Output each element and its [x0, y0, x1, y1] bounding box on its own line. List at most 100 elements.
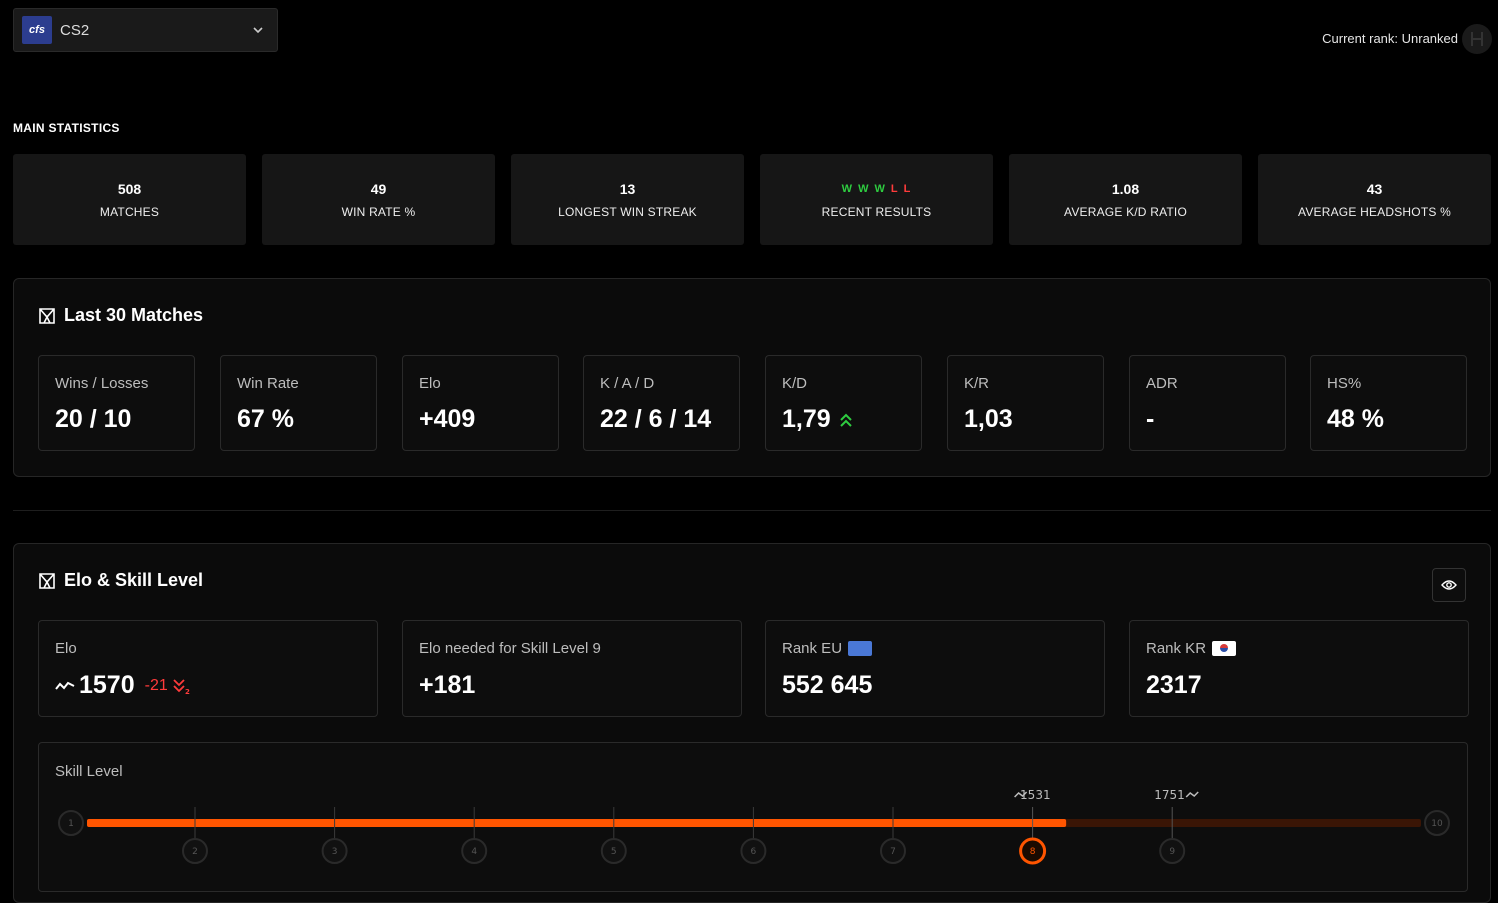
card-value: 1570 -21 2 — [55, 671, 190, 700]
stat-label: AVERAGE K/D RATIO — [1064, 204, 1187, 219]
level-6-label: 6 — [751, 847, 757, 857]
level-8-label: 8 — [1030, 847, 1036, 857]
main-statistics-row: 508 MATCHES 49 WIN RATE % 13 LONGEST WIN… — [13, 154, 1491, 245]
card-label: K/D — [782, 375, 808, 392]
card-label: Elo — [55, 640, 77, 657]
card-value: 2317 — [1146, 671, 1202, 700]
last30-card-kd: K/D 1,79 — [765, 355, 922, 451]
toggle-visibility-button[interactable] — [1432, 568, 1466, 602]
card-label: Rank EU — [782, 640, 873, 657]
card-value-text: 20 / 10 — [55, 405, 132, 433]
elo-skill-panel: Elo & Skill Level Elo 1570 -21 2 Elo nee… — [13, 543, 1491, 903]
stat-card-recent-results: W W W L L RECENT RESULTS — [760, 154, 993, 245]
chevron-down-icon — [253, 27, 263, 34]
faceit-logo-icon — [39, 307, 55, 324]
rank-kr-value: 2317 — [1146, 671, 1202, 699]
game-name: CS2 — [60, 21, 90, 39]
eu-flag-icon — [848, 641, 873, 656]
recent-results: W W W L L — [842, 181, 912, 197]
stat-value: 49 — [370, 180, 387, 197]
last30-card-adr: ADR - — [1129, 355, 1286, 451]
stat-label: WIN RATE % — [341, 204, 416, 219]
card-value: 67 % — [237, 405, 294, 434]
faceit-logo-icon — [39, 572, 55, 589]
last30-title-text: Last 30 Matches — [64, 305, 204, 325]
result-win: W — [858, 182, 870, 195]
level-7-label: 7 — [890, 847, 896, 857]
card-label: K/R — [964, 375, 990, 392]
last30-card-kad: K / A / D 22 / 6 / 14 — [583, 355, 740, 451]
card-label: ADR — [1146, 375, 1178, 392]
level-9-label: 9 — [1169, 847, 1175, 857]
game-selector[interactable]: cfs CS2 — [13, 8, 278, 52]
last30-panel: Last 30 Matches Wins / Losses 20 / 10 Wi… — [13, 278, 1491, 477]
current-rank-text: Current rank: Unranked — [1322, 31, 1458, 46]
last30-card-hs: HS% 48 % — [1310, 355, 1467, 451]
result-win: W — [841, 182, 854, 195]
card-label: Win Rate — [237, 375, 299, 392]
section-divider — [13, 510, 1491, 511]
trend-icon — [1185, 791, 1199, 798]
rank-kr-label: Rank KR — [1146, 640, 1207, 657]
stat-card-longest-win-streak: 13 LONGEST WIN STREAK — [511, 154, 744, 245]
game-logo-text: cfs — [29, 24, 45, 36]
rank-kr-card: Rank KR 2317 — [1129, 620, 1469, 717]
elo-skill-title-text: Elo & Skill Level — [64, 570, 204, 590]
level-5-label: 5 — [611, 847, 617, 857]
elo-needed-value: +181 — [419, 671, 476, 699]
stat-label: LONGEST WIN STREAK — [558, 204, 697, 219]
result-loss: L — [890, 182, 899, 195]
card-value: 20 / 10 — [55, 405, 131, 434]
stat-value: 508 — [117, 180, 142, 197]
card-value: 1,03 — [964, 405, 1013, 434]
stat-label: MATCHES — [99, 204, 160, 219]
last30-card-kr: K/R 1,03 — [947, 355, 1104, 451]
main-statistics-title: MAIN STATISTICS — [13, 121, 120, 135]
result-loss: L — [903, 182, 912, 195]
elo-value: 1570 — [79, 671, 135, 699]
elo-needed-card: Elo needed for Skill Level 9 +181 — [402, 620, 742, 717]
level-3-label: 3 — [332, 847, 338, 857]
card-value-text: 1,79 — [782, 405, 831, 433]
stat-card-kd-ratio: 1.08 AVERAGE K/D RATIO — [1009, 154, 1242, 245]
card-label: HS% — [1327, 375, 1362, 392]
elo-trend-icon — [55, 681, 75, 690]
stat-value: 1.08 — [1111, 180, 1140, 197]
result-win: W — [874, 182, 886, 195]
card-value: +181 — [419, 671, 475, 700]
rank-eu-value: 552 645 — [782, 671, 873, 699]
level-10-label: 10 — [1431, 819, 1443, 829]
stat-value: 13 — [619, 180, 636, 197]
skill-level-card: Skill Level 1 2 3 4 5 6 7 8 9 10 1531 1751 — [38, 742, 1468, 892]
last30-card-elo: Elo +409 — [402, 355, 559, 451]
card-value: +409 — [419, 405, 475, 434]
level-2-label: 2 — [192, 847, 198, 857]
double-chevron-down-icon: 2 — [173, 678, 190, 695]
card-value: 1,79 — [782, 405, 853, 434]
card-label: Wins / Losses — [55, 375, 149, 392]
card-value-text: 22 / 6 / 14 — [600, 405, 712, 433]
card-label: Elo — [419, 375, 441, 392]
stat-value: 43 — [1366, 180, 1383, 197]
skill-level-progress: 12 3 4 5 6 7 8 9101531 1751 — [58, 788, 1450, 865]
rank-eu-label: Rank EU — [782, 640, 843, 657]
level-4-label: 4 — [471, 847, 477, 857]
game-logo: cfs — [22, 16, 52, 44]
card-label: Elo needed for Skill Level 9 — [419, 640, 601, 657]
last30-card-win-rate: Win Rate 67 % — [220, 355, 377, 451]
card-value-text: 1,03 — [964, 405, 1013, 433]
stat-label: RECENT RESULTS — [821, 204, 932, 219]
stat-card-headshots: 43 AVERAGE HEADSHOTS % — [1258, 154, 1491, 245]
marker-right-label: 1751 — [1154, 788, 1185, 802]
rank-eu-card: Rank EU 552 645 — [765, 620, 1105, 717]
last30-title: Last 30 Matches — [38, 305, 203, 326]
svg-text:2: 2 — [185, 688, 190, 695]
card-label: K / A / D — [600, 375, 655, 392]
stat-label: AVERAGE HEADSHOTS % — [1298, 204, 1451, 219]
skill-fill — [87, 819, 1067, 827]
rank-badge-icon — [1462, 24, 1492, 54]
elo-skill-title: Elo & Skill Level — [38, 570, 203, 591]
card-value: 552 645 — [782, 671, 872, 700]
eye-icon — [1441, 580, 1457, 590]
stat-card-matches: 508 MATCHES — [13, 154, 246, 245]
